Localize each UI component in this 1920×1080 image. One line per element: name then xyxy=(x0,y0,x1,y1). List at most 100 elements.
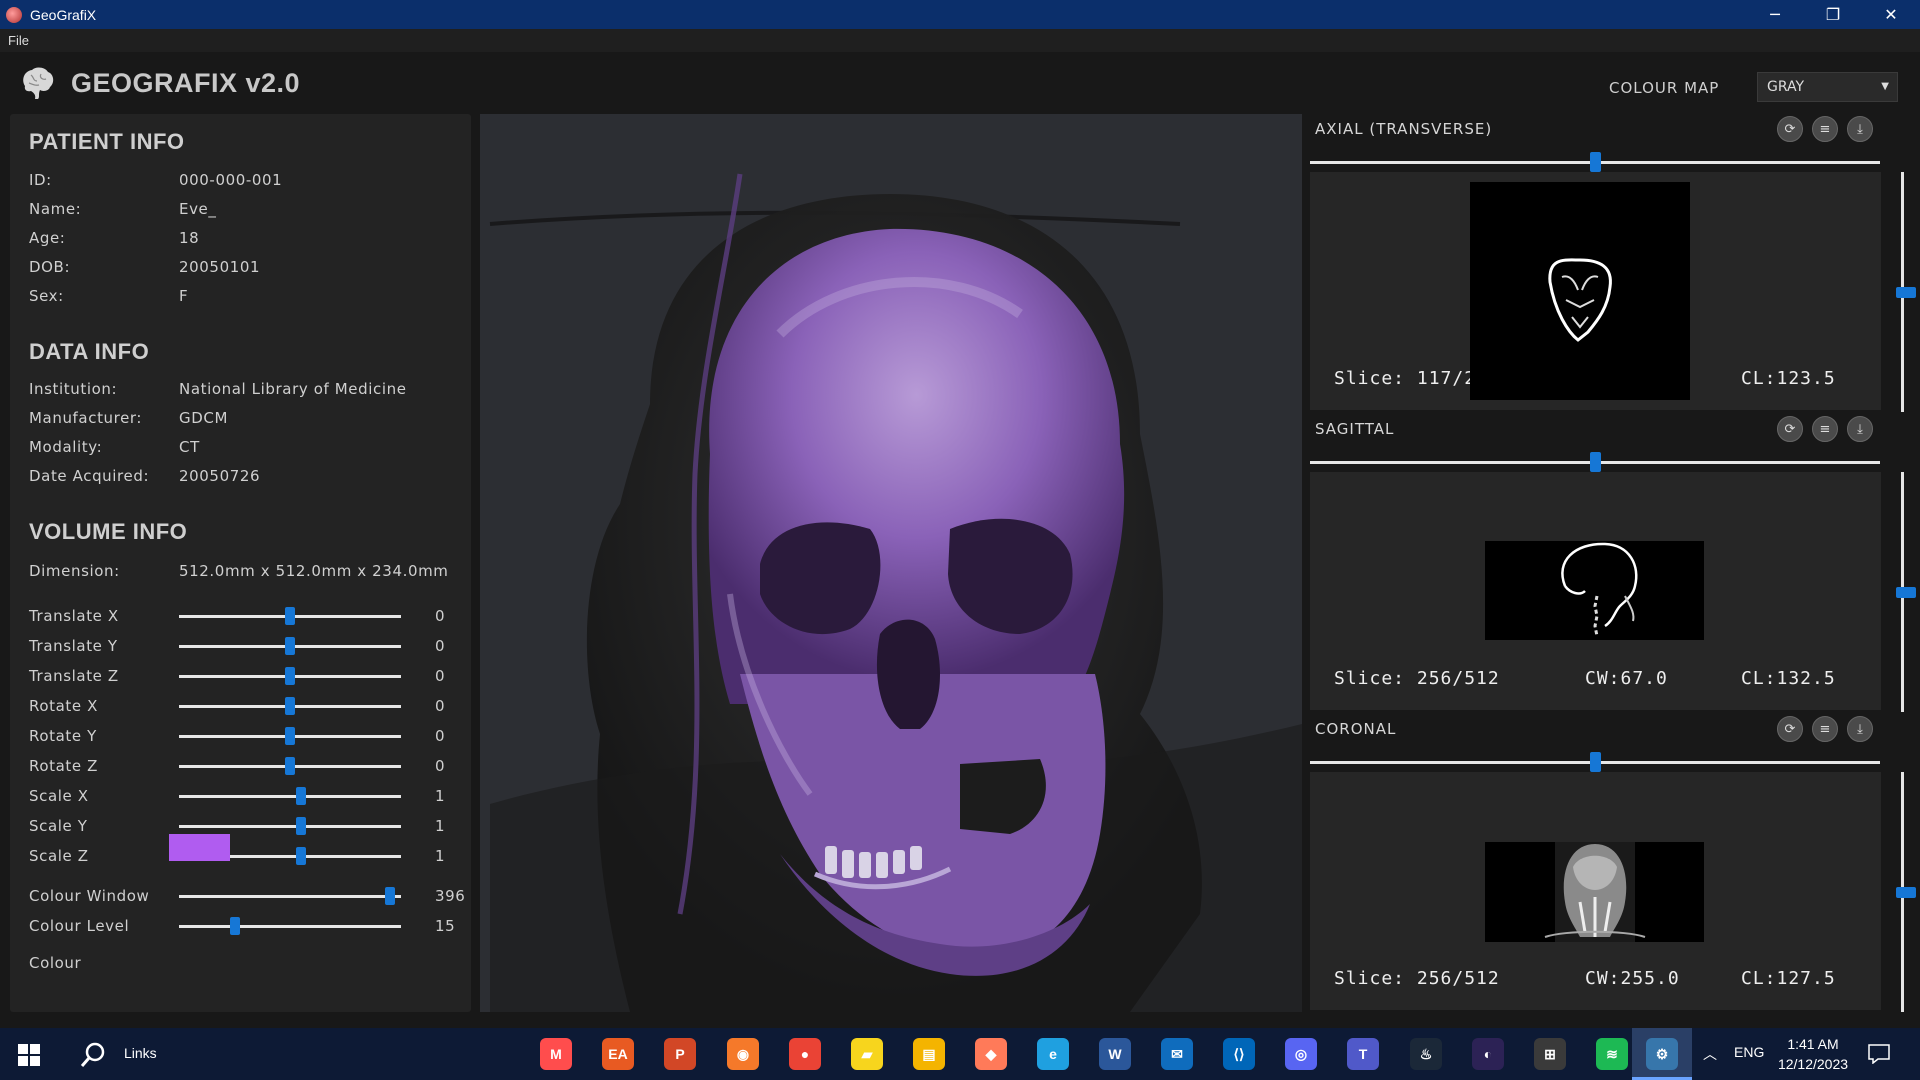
slider-handle[interactable] xyxy=(285,607,295,625)
minimize-button[interactable]: ─ xyxy=(1746,0,1804,29)
restore-button[interactable]: ❐ xyxy=(1804,0,1862,29)
edge-icon[interactable]: e xyxy=(1037,1038,1069,1070)
view-vertical-slider[interactable] xyxy=(1896,472,1916,712)
slider-value: 1 xyxy=(435,847,446,865)
colour-label: Colour xyxy=(29,954,82,972)
layers-icon[interactable]: ≡ xyxy=(1812,116,1838,142)
slider-value: 396 xyxy=(435,887,466,905)
layers-icon[interactable]: ≡ xyxy=(1812,416,1838,442)
slider-value: 1 xyxy=(435,787,446,805)
patient-field-value: 000-000-001 xyxy=(179,171,283,189)
slider-value: 0 xyxy=(435,607,446,625)
colour-map-select[interactable]: GRAY ▼ xyxy=(1757,72,1898,102)
slider-handle[interactable] xyxy=(295,847,306,865)
paint-icon[interactable]: ◆ xyxy=(975,1038,1007,1070)
patient-field-row: Age: 18 xyxy=(29,229,449,249)
slider-handle[interactable] xyxy=(1896,886,1916,898)
slider-handle[interactable] xyxy=(285,667,295,685)
view-header: SAGITTAL ⟳ ≡ ⤓ xyxy=(1310,414,1890,446)
mail-icon[interactable]: ✉ xyxy=(1161,1038,1193,1070)
colour-swatch-button[interactable] xyxy=(169,834,230,861)
gmail-icon[interactable]: M xyxy=(540,1038,572,1070)
layers-icon[interactable]: ≡ xyxy=(1812,716,1838,742)
slider-handle[interactable] xyxy=(285,727,295,745)
steam-icon[interactable]: ♨ xyxy=(1410,1038,1442,1070)
menu-bar: File xyxy=(0,29,1920,52)
window-title: GeoGrafiX xyxy=(30,6,97,23)
notification-icon[interactable] xyxy=(1868,1044,1890,1064)
slider-handle[interactable] xyxy=(295,817,306,835)
taskbar-search-label[interactable]: Links xyxy=(124,1045,157,1061)
vscode-icon[interactable]: ⟨⟩ xyxy=(1223,1038,1255,1070)
slider-track[interactable] xyxy=(179,925,401,928)
dimension-value: 512.0mm x 512.0mm x 234.0mm xyxy=(179,562,449,580)
close-button[interactable]: ✕ xyxy=(1862,0,1920,29)
reset-icon[interactable]: ⟳ xyxy=(1777,416,1803,442)
slider-handle[interactable] xyxy=(1589,452,1601,472)
slider-handle[interactable] xyxy=(285,757,295,775)
slider-handle[interactable] xyxy=(1896,286,1916,298)
chevron-up-icon[interactable]: ︿ xyxy=(1703,1044,1717,1064)
slider-handle[interactable] xyxy=(285,697,295,715)
slider-track[interactable] xyxy=(179,795,401,798)
data-field-label: Modality: xyxy=(29,438,103,456)
slider-handle[interactable] xyxy=(229,917,240,935)
slider-handle[interactable] xyxy=(285,637,295,655)
slider-value: 0 xyxy=(435,637,446,655)
clock[interactable]: 1:41 AM 12/12/2023 xyxy=(1768,1034,1858,1074)
slider-row: Translate Y 0 xyxy=(29,635,459,659)
slider-value: 0 xyxy=(435,757,446,775)
slider-handle[interactable] xyxy=(384,887,395,905)
view-slice-slider[interactable] xyxy=(1310,152,1880,172)
slider-label: Scale X xyxy=(29,787,89,805)
word-icon[interactable]: W xyxy=(1099,1038,1131,1070)
slider-handle[interactable] xyxy=(295,787,306,805)
sticky-notes-icon[interactable]: ▰ xyxy=(851,1038,883,1070)
eclipse-icon[interactable]: ◐ xyxy=(1472,1038,1504,1070)
slider-handle[interactable] xyxy=(1589,152,1601,172)
search-icon[interactable] xyxy=(78,1040,108,1070)
volume-render-view[interactable] xyxy=(480,114,1302,1012)
download-icon[interactable]: ⤓ xyxy=(1847,416,1873,442)
language-indicator[interactable]: ENG xyxy=(1734,1044,1764,1060)
windows-start-icon[interactable] xyxy=(18,1044,40,1066)
slider-row: Translate X 0 xyxy=(29,605,459,629)
patient-field-value: 18 xyxy=(179,229,200,247)
download-icon[interactable]: ⤓ xyxy=(1847,116,1873,142)
file-explorer-icon[interactable]: ▤ xyxy=(913,1038,945,1070)
brain-logo-icon xyxy=(23,67,54,99)
spotify-icon[interactable]: ≋ xyxy=(1596,1038,1628,1070)
patient-info-heading: PATIENT INFO xyxy=(29,129,185,154)
teams-icon[interactable]: T xyxy=(1347,1038,1379,1070)
download-icon[interactable]: ⤓ xyxy=(1847,716,1873,742)
data-field-label: Manufacturer: xyxy=(29,409,143,427)
menu-file[interactable]: File xyxy=(8,33,29,48)
slider-row: Scale Y 1 xyxy=(29,815,459,839)
blender-icon[interactable]: ◉ xyxy=(727,1038,759,1070)
python-icon[interactable]: ⚙ xyxy=(1646,1038,1678,1070)
reset-icon[interactable]: ⟳ xyxy=(1777,116,1803,142)
slider-handle[interactable] xyxy=(1896,586,1916,598)
reset-icon[interactable]: ⟳ xyxy=(1777,716,1803,742)
ea-icon[interactable]: EA xyxy=(602,1038,634,1070)
patient-field-value: 20050101 xyxy=(179,258,261,276)
discord-icon[interactable]: ◎ xyxy=(1285,1038,1317,1070)
data-info-heading: DATA INFO xyxy=(29,339,150,364)
view-vertical-slider[interactable] xyxy=(1896,772,1916,1012)
slider-track[interactable] xyxy=(179,825,401,828)
slider-label: Scale Z xyxy=(29,847,89,865)
slider-track[interactable] xyxy=(179,895,401,898)
data-field-value: CT xyxy=(179,438,200,456)
view-slice-slider[interactable] xyxy=(1310,752,1880,772)
view-title: SAGITTAL xyxy=(1315,420,1395,438)
skull-render-image xyxy=(480,114,1302,1012)
app-name: GEOGRAFIX v2.0 xyxy=(71,68,301,98)
view-vertical-slider[interactable] xyxy=(1896,172,1916,412)
game-icon[interactable]: ⊞ xyxy=(1534,1038,1566,1070)
powerpoint-icon[interactable]: P xyxy=(664,1038,696,1070)
patient-field-row: DOB: 20050101 xyxy=(29,258,449,278)
clock-date: 12/12/2023 xyxy=(1777,1056,1849,1072)
view-slice-slider[interactable] xyxy=(1310,452,1880,472)
chrome-icon[interactable]: ● xyxy=(789,1038,821,1070)
slider-handle[interactable] xyxy=(1589,752,1601,772)
